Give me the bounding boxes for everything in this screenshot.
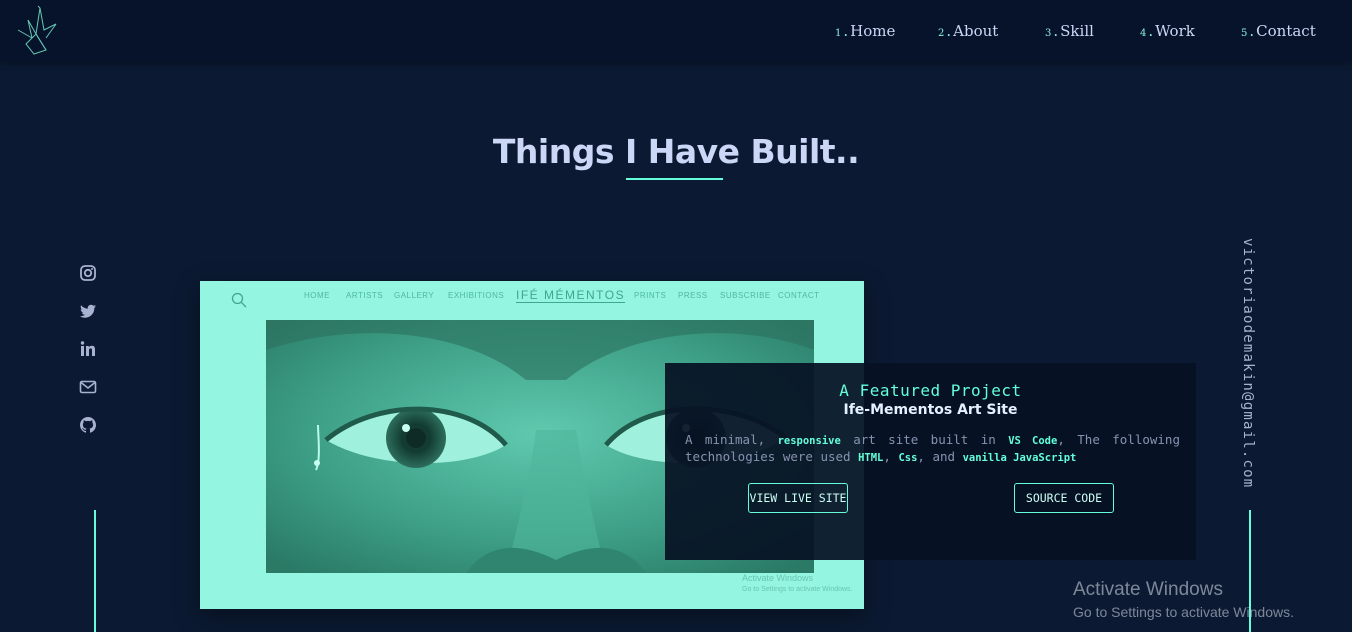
windows-activation-subtitle: Go to Settings to activate Windows. (1073, 604, 1294, 620)
screenshot-brand: IFÉ MÉMENTOS (516, 288, 626, 303)
project-overline: A Featured Project (839, 381, 1022, 400)
site-header: 1. Home 2. About 3. Skill 4. Work 5. Contact (0, 0, 1352, 62)
screenshot-nav-item: EXHIBITIONS (448, 291, 505, 300)
nav-about[interactable]: 2. About (938, 22, 998, 40)
project-description: A minimal, responsive art site built in … (685, 432, 1180, 464)
screenshot-nav: HOME ARTISTS GALLERY EXHIBITIONS IFÉ MÉM… (304, 288, 824, 305)
linkedin-icon[interactable] (79, 340, 97, 358)
screenshot-nav-item: ARTISTS (346, 291, 384, 300)
nav-skill[interactable]: 3. Skill (1045, 22, 1094, 40)
screenshot-nav-item: GALLERY (394, 291, 435, 300)
search-icon (231, 292, 247, 308)
windows-activation-title: Activate Windows (1073, 579, 1223, 600)
screenshot-nav-item: HOME (304, 291, 330, 300)
source-code-button[interactable]: SOURCE CODE (1014, 483, 1114, 513)
section-title: Things I Have Built.. (492, 132, 860, 171)
email-link[interactable]: victoriaodemakin@gmail.com (1240, 238, 1256, 488)
mail-icon[interactable] (79, 378, 97, 396)
screenshot-watermark: Activate Windows Go to Settings to activ… (742, 573, 853, 593)
origami-crane-logo-icon[interactable] (14, 4, 58, 56)
screenshot-nav-item: SUBSCRIBE (720, 291, 771, 300)
nav-work[interactable]: 4. Work (1140, 22, 1195, 40)
github-icon[interactable] (79, 416, 97, 434)
title-underline (626, 178, 723, 180)
nav-contact[interactable]: 5. Contact (1241, 22, 1316, 40)
instagram-icon[interactable] (79, 264, 97, 282)
windows-activation-watermark: Activate Windows Go to Settings to activ… (1073, 579, 1294, 623)
view-live-site-button[interactable]: VIEW LIVE SITE (748, 483, 848, 513)
twitter-icon[interactable] (79, 302, 97, 320)
nav-home[interactable]: 1. Home (835, 22, 895, 40)
left-vertical-line (94, 510, 96, 632)
screenshot-nav-item: PRESS (678, 291, 708, 300)
screenshot-nav-item: PRINTS (634, 291, 667, 300)
social-links (79, 264, 97, 454)
project-card: A Featured Project Ife-Mementos Art Site… (665, 363, 1196, 560)
project-title: Ife-Mementos Art Site (843, 402, 1018, 418)
screenshot-nav-item: CONTACT (778, 291, 820, 300)
